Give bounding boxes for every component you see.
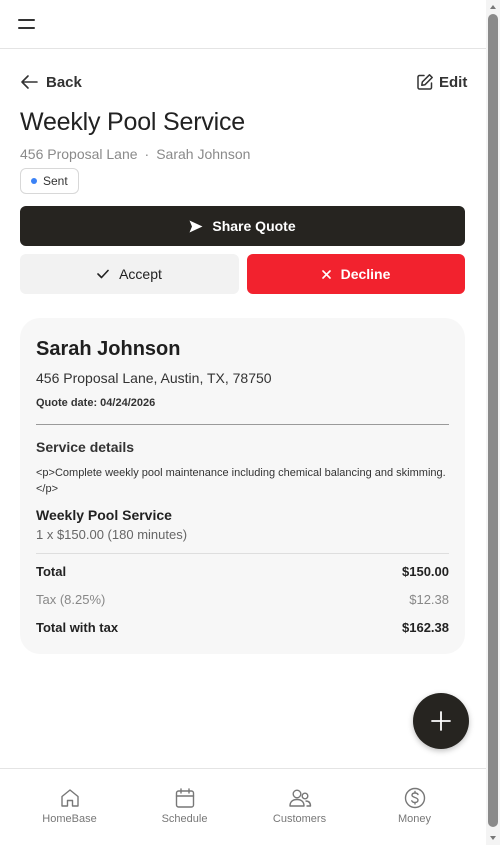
close-icon <box>321 269 331 279</box>
divider <box>36 553 449 554</box>
scrollbar[interactable] <box>486 0 500 845</box>
total-value: $150.00 <box>402 564 449 579</box>
edit-label: Edit <box>439 73 468 91</box>
total-with-tax-label: Total with tax <box>36 620 119 635</box>
line-item-detail: 1 x $150.00 (180 minutes) <box>36 527 188 542</box>
top-bar <box>0 0 486 49</box>
hamburger-icon[interactable] <box>18 17 35 31</box>
nav-label: Customers <box>272 813 327 825</box>
nav-item-homebase[interactable]: HomeBase <box>12 769 127 845</box>
customer-name: Sarah Johnson <box>36 338 181 360</box>
arrow-left-icon <box>21 75 38 89</box>
back-button[interactable]: Back <box>20 72 82 92</box>
total-label: Total <box>36 564 67 579</box>
total-with-tax-row: Total with tax $162.38 <box>36 620 449 635</box>
scroll-down-arrow-icon[interactable] <box>490 836 496 840</box>
users-icon <box>288 789 311 807</box>
tax-label: Tax (8.25%) <box>36 592 106 607</box>
nav-label: HomeBase <box>42 813 97 825</box>
share-quote-label: Share Quote <box>212 218 296 234</box>
tax-value: $12.38 <box>409 592 449 607</box>
status-badge: Sent <box>20 168 79 194</box>
line-item-name: Weekly Pool Service <box>36 507 172 523</box>
status-dot <box>31 178 37 184</box>
service-details-heading: Service details <box>36 439 135 455</box>
subtitle-address: 456 Proposal Lane <box>20 146 138 162</box>
accept-button[interactable]: Accept <box>20 254 239 294</box>
add-button[interactable] <box>413 693 469 749</box>
calendar-icon <box>175 788 194 808</box>
nav-item-schedule[interactable]: Schedule <box>127 769 242 845</box>
customer-address: 456 Proposal Lane, Austin, TX, 78750 <box>36 370 272 386</box>
home-icon <box>60 789 79 807</box>
decline-button[interactable]: Decline <box>247 254 465 294</box>
nav-label: Schedule <box>161 813 208 825</box>
check-icon <box>97 269 109 279</box>
subtitle-separator: · <box>144 146 150 162</box>
subtitle-customer: Sarah Johnson <box>156 146 251 162</box>
service-description: <p>Complete weekly pool maintenance incl… <box>36 467 446 495</box>
quote-date: Quote date: 04/24/2026 <box>36 397 156 409</box>
bottom-nav: HomeBase Schedule Customers Money <box>0 768 486 845</box>
dollar-icon <box>404 787 425 809</box>
share-quote-button[interactable]: Share Quote <box>20 206 465 246</box>
scroll-thumb[interactable] <box>488 14 498 827</box>
quote-card: Sarah Johnson 456 Proposal Lane, Austin,… <box>20 318 465 654</box>
nav-item-money[interactable]: Money <box>357 769 472 845</box>
accept-label: Accept <box>119 266 162 282</box>
status-label: Sent <box>43 174 68 188</box>
page-title: Weekly Pool Service <box>20 108 245 136</box>
nav-label: Money <box>397 813 432 825</box>
quote-subtitle: 456 Proposal Lane · Sarah Johnson <box>20 146 250 162</box>
total-with-tax-value: $162.38 <box>402 620 449 635</box>
edit-icon <box>417 74 433 90</box>
send-icon <box>189 220 203 232</box>
tax-row: Tax (8.25%) $12.38 <box>36 592 449 607</box>
scroll-up-arrow-icon[interactable] <box>490 5 496 9</box>
divider <box>36 424 449 425</box>
plus-icon <box>431 711 451 731</box>
edit-button[interactable]: Edit <box>416 72 467 92</box>
decline-label: Decline <box>340 266 391 282</box>
total-row: Total $150.00 <box>36 564 449 579</box>
back-label: Back <box>46 73 82 91</box>
nav-item-customers[interactable]: Customers <box>242 769 357 845</box>
